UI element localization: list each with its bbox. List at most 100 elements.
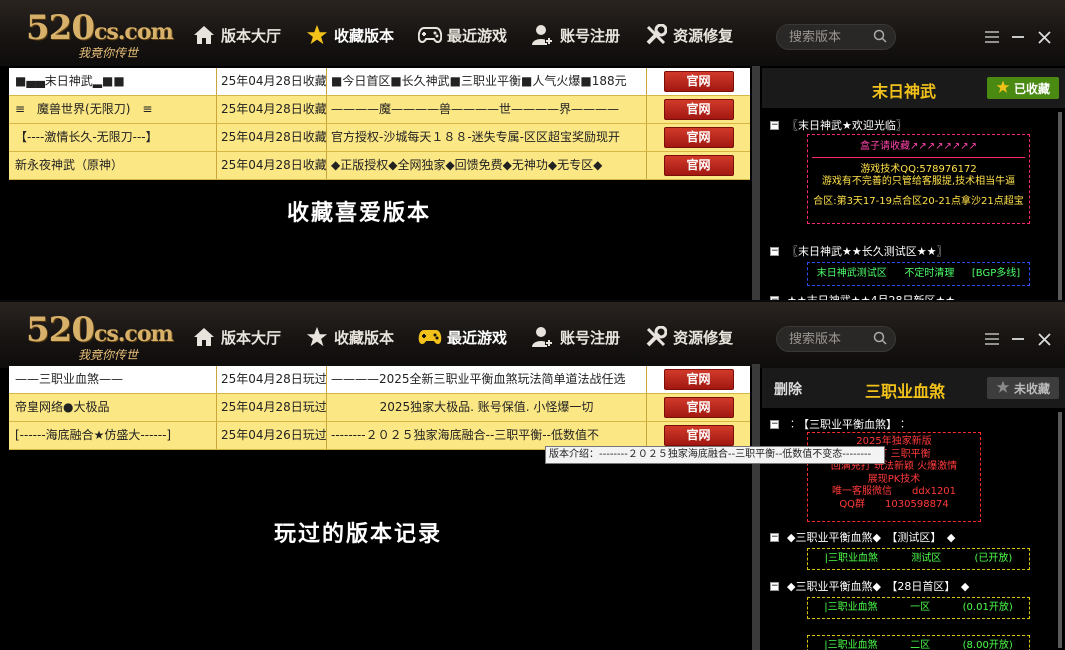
menu-icon[interactable] xyxy=(979,26,1005,48)
collapse-icon[interactable]: − xyxy=(770,581,779,591)
search-input[interactable] xyxy=(789,331,869,347)
server-line-box[interactable]: 末日神武测试区 不定时清理 [BGP多线] xyxy=(807,262,1030,286)
header: 520cs.com 我竟你传世 版本大厅 收藏版本 最近游戏 账号注册 资源修复… xyxy=(0,302,1065,368)
official-site-button[interactable]: 官网 xyxy=(663,155,734,176)
nav-resource-repair[interactable]: 资源修复 xyxy=(644,22,733,48)
nav-version-hall[interactable]: 版本大厅 xyxy=(192,324,281,350)
nav-label: 版本大厅 xyxy=(221,26,282,45)
nav-label: 资源修复 xyxy=(673,328,734,347)
nav-recent-games[interactable]: 最近游戏 xyxy=(418,324,507,350)
table-row[interactable]: 【----激情长久-无限刀---】 25年04月28日收藏 官方授权-沙城每天１… xyxy=(9,124,750,152)
tree-node[interactable]: −★★末日神武★★4月28日新区★★ xyxy=(770,292,955,300)
favorite-label: 已收藏 xyxy=(1013,81,1050,96)
menu-icon[interactable] xyxy=(979,328,1005,350)
gamepad-icon xyxy=(418,23,443,47)
official-site-button[interactable]: 官网 xyxy=(663,71,734,92)
official-site-button[interactable]: 官网 xyxy=(663,369,734,390)
user-add-icon xyxy=(531,23,555,47)
table-row[interactable]: ■▄▄末日神武▂■■ 25年04月28日收藏 ■今日首区■长久神武■三职业平衡■… xyxy=(9,68,750,96)
version-desc: 2025独家大极品. 账号保值. 小怪爆一切 xyxy=(327,394,647,421)
nav-favorites[interactable]: 收藏版本 xyxy=(305,22,394,48)
recent-panel: 520cs.com 我竟你传世 版本大厅 收藏版本 最近游戏 账号注册 资源修复… xyxy=(0,302,1065,650)
collapse-icon[interactable]: − xyxy=(770,120,779,130)
nav-label: 资源修复 xyxy=(673,26,734,45)
official-site-button[interactable]: 官网 xyxy=(663,127,734,148)
search-input[interactable] xyxy=(789,29,869,45)
tree-node[interactable]: − 〖末日神武★欢迎光临〗 xyxy=(770,117,907,133)
detail-panel: 末日神武 已收藏 − 〖末日神武★欢迎光临〗 盒子请收藏↗↗↗↗↗↗↗↗ 游戏技术… xyxy=(762,68,1065,300)
tree-node[interactable]: − ︰【三职业平衡血煞】︰ xyxy=(770,416,908,432)
logo-main: 520 xyxy=(26,310,95,350)
version-tooltip: 版本介绍：--------２０２５独家海底融合--三职平衡--低数值不变态---… xyxy=(545,446,885,464)
favorites-panel: 520cs.com 我竟你传世 版本大厅 收藏版本 最近游戏 账号注册 资源修复… xyxy=(0,0,1065,300)
nav-label: 收藏版本 xyxy=(334,26,395,45)
search-icon[interactable] xyxy=(873,28,887,47)
favorites-list: ■▄▄末日神武▂■■ 25年04月28日收藏 ■今日首区■长久神武■三职业平衡■… xyxy=(9,68,750,180)
version-desc: ————魔————兽————世————界———— xyxy=(327,96,647,123)
version-name: ——三职业血煞—— xyxy=(9,366,217,393)
close-icon[interactable] xyxy=(1031,328,1057,350)
nav-favorites[interactable]: 收藏版本 xyxy=(305,324,394,350)
played-date: 25年04月28日玩过 xyxy=(217,394,327,421)
collapse-icon[interactable]: − xyxy=(770,419,779,429)
star-icon xyxy=(996,80,1010,97)
official-site-button[interactable]: 官网 xyxy=(663,99,734,120)
nav-label: 版本大厅 xyxy=(221,328,282,347)
version-name: 新永夜神武（原神） xyxy=(9,152,217,179)
tree-node[interactable]: − ◆三职业平衡血煞◆ 【28日首区】 ◆ xyxy=(770,578,969,594)
minimize-icon[interactable] xyxy=(1005,26,1031,48)
official-site-button[interactable]: 官网 xyxy=(663,425,734,446)
table-row[interactable]: ——三职业血煞—— 25年04月28日玩过 ————2025全新三职业平衡血煞玩… xyxy=(9,366,750,394)
tree-node[interactable]: − ◆三职业平衡血煞◆ 【测试区】 ◆ xyxy=(770,529,955,545)
scrollbar[interactable] xyxy=(1058,412,1062,648)
version-name: ≡ 魔兽世界(无限刀) ≡ xyxy=(9,96,217,123)
window-controls xyxy=(979,328,1057,350)
favorite-toggle[interactable]: 已收藏 xyxy=(987,77,1059,99)
nav-label: 最近游戏 xyxy=(447,328,508,347)
official-site-button[interactable]: 官网 xyxy=(663,397,734,418)
nav-version-hall[interactable]: 版本大厅 xyxy=(192,22,281,48)
star-icon xyxy=(996,380,1010,397)
server-line-box[interactable]: |三职业血煞 二区 (8.00开放) xyxy=(807,635,1030,650)
server-line-box[interactable]: |三职业血煞 测试区 (已开放) xyxy=(807,548,1030,570)
splitter[interactable] xyxy=(752,66,760,300)
search-box xyxy=(776,24,896,50)
collapse-icon[interactable]: − xyxy=(770,532,779,542)
tools-icon xyxy=(644,23,668,47)
delete-button[interactable]: 删除 xyxy=(774,379,802,399)
table-row[interactable]: 帝皇网络●大极品 25年04月28日玩过 2025独家大极品. 账号保值. 小怪… xyxy=(9,394,750,422)
nav-label: 账号注册 xyxy=(560,328,621,347)
star-icon xyxy=(305,23,329,47)
nav-resource-repair[interactable]: 资源修复 xyxy=(644,324,733,350)
favorite-toggle[interactable]: 未收藏 xyxy=(987,377,1059,399)
search-icon[interactable] xyxy=(873,330,887,349)
home-icon xyxy=(192,325,216,349)
main-nav: 版本大厅 收藏版本 最近游戏 账号注册 资源修复 xyxy=(192,324,757,350)
close-icon[interactable] xyxy=(1031,26,1057,48)
version-desc: ◆正版授权◆全网独家◆回馈免费◆无神功◆无专区◆ xyxy=(327,152,647,179)
collapse-icon[interactable]: − xyxy=(770,246,779,256)
played-date: 25年04月26日玩过 xyxy=(217,422,327,449)
table-row[interactable]: 新永夜神武（原神） 25年04月28日收藏 ◆正版授权◆全网独家◆回馈免费◆无神… xyxy=(9,152,750,180)
home-icon xyxy=(192,23,216,47)
version-name: 帝皇网络●大极品 xyxy=(9,394,217,421)
version-desc: ————2025全新三职业平衡血煞玩法简单道法战任选 xyxy=(327,366,647,393)
nav-label: 账号注册 xyxy=(560,26,621,45)
nav-register[interactable]: 账号注册 xyxy=(531,324,620,350)
collapse-icon[interactable]: − xyxy=(770,295,779,300)
server-line-box[interactable]: |三职业血煞 一区 (0.01开放) xyxy=(807,597,1030,619)
minimize-icon[interactable] xyxy=(1005,328,1031,350)
saved-date: 25年04月28日收藏 xyxy=(217,68,327,95)
version-desc: --------２０２５独家海底融合--三职平衡--低数值不 xyxy=(327,422,647,449)
tree-node[interactable]: − 〖末日神武★★长久测试区★★〗 xyxy=(770,243,947,259)
user-add-icon xyxy=(531,325,555,349)
logo: 520cs.com 我竟你传世 xyxy=(22,8,182,62)
scrollbar[interactable] xyxy=(1058,112,1062,300)
window-controls xyxy=(979,26,1057,48)
table-row[interactable]: ≡ 魔兽世界(无限刀) ≡ 25年04月28日收藏 ————魔————兽————… xyxy=(9,96,750,124)
splitter[interactable] xyxy=(752,364,760,650)
nav-register[interactable]: 账号注册 xyxy=(531,22,620,48)
logo-suffix: cs.com xyxy=(93,19,174,45)
version-desc: ■今日首区■长久神武■三职业平衡■人气火爆■188元 xyxy=(327,68,647,95)
nav-recent-games[interactable]: 最近游戏 xyxy=(418,22,507,48)
